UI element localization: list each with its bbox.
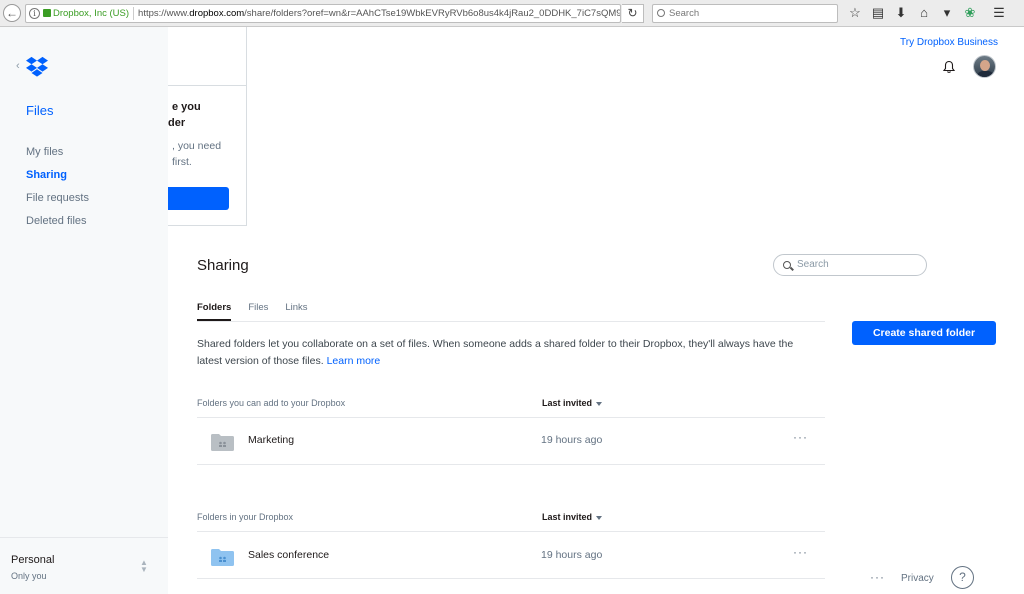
caret-down-icon [596,515,603,520]
section-header: Folders in your Dropbox Last invited [197,512,825,528]
last-invited: 19 hours ago [541,434,603,446]
footer-more-icon[interactable]: ··· [870,570,885,584]
browser-back-icon[interactable]: ← [3,4,21,22]
search-input[interactable]: Search [773,254,927,276]
shared-folder-icon [211,434,234,451]
pocket-icon[interactable]: ▾ [938,4,956,22]
sidebar: ‹ Files My files Sharing File requests D… [0,27,168,594]
help-icon[interactable]: ? [951,566,974,589]
search-icon [657,9,665,17]
try-business-link[interactable]: Try Dropbox Business [900,37,998,48]
last-invited: 19 hours ago [541,549,603,561]
site-info-icon[interactable]: i [29,7,40,19]
browser-toolbar: ← i Dropbox, Inc (US) https://www.dropbox.… [0,0,1024,27]
search-icon [783,261,791,269]
shared-folder-icon [211,549,234,566]
popover-title-line2: der [168,117,186,129]
browser-search-input[interactable]: Search [652,4,838,23]
popover-body-line1: , you need [172,140,222,152]
onboarding-popover: e you der , you need first. [168,27,247,226]
section-heading: Folders you can add to your Dropbox [197,398,346,408]
chevron-left-icon[interactable]: ‹ [16,60,20,72]
avatar[interactable] [973,55,996,78]
sort-dropdown[interactable]: Last invited [542,398,603,408]
sidebar-divider [0,537,168,538]
sidebar-section-title[interactable]: Files [26,103,53,118]
section-header: Folders you can add to your Dropbox Last… [197,398,825,414]
caret-down-icon [596,401,603,406]
more-options-icon[interactable]: ··· [793,430,808,444]
account-name[interactable]: Personal [11,554,54,566]
create-shared-folder-button[interactable]: Create shared folder [852,321,996,345]
home-icon[interactable]: ⌂ [915,4,933,22]
sidebar-item-sharing[interactable]: Sharing [26,168,89,191]
table-row[interactable]: Sales conference 19 hours ago ··· [197,535,825,579]
page-title: Sharing [197,257,249,274]
more-options-icon[interactable]: ··· [793,545,808,559]
bell-icon[interactable] [942,60,956,74]
account-switch-icon[interactable]: ▲ ▼ [140,559,148,574]
tab-files[interactable]: Files [248,302,268,321]
download-icon[interactable]: ⬇ [892,4,910,22]
dropbox-logo-icon[interactable] [26,56,48,78]
popover-button[interactable] [168,187,229,210]
reading-list-icon[interactable]: ▤ [869,4,887,22]
section-heading: Folders in your Dropbox [197,512,294,522]
sidebar-item-deleted-files[interactable]: Deleted files [26,214,89,237]
tab-links[interactable]: Links [285,302,307,321]
tab-folders[interactable]: Folders [197,302,232,321]
sidebar-nav: My files Sharing File requests Deleted f… [26,145,89,237]
browser-toolbar-icons: ☆ ▤ ⬇ ⌂ ▾ ❀ ☰ [846,4,1008,23]
menu-icon[interactable]: ☰ [990,4,1008,22]
account-subtitle: Only you [11,571,47,581]
reload-icon[interactable]: ↻ [622,4,644,23]
sidebar-item-my-files[interactable]: My files [26,145,89,168]
folder-name[interactable]: Marketing [248,434,294,446]
site-identity: Dropbox, Inc (US) [53,8,130,19]
extension-icon[interactable]: ❀ [961,4,979,22]
folder-name[interactable]: Sales conference [248,549,329,561]
privacy-link[interactable]: Privacy [901,573,934,584]
popover-body-line2: first. [172,156,192,168]
url-text: https://www.dropbox.com/share/folders?or… [138,8,621,19]
star-icon[interactable]: ☆ [846,4,864,22]
lock-icon [43,9,51,18]
sharing-tabs: Folders Files Links [197,302,308,321]
sidebar-item-file-requests[interactable]: File requests [26,191,89,214]
url-bar[interactable]: i Dropbox, Inc (US) https://www.dropbox.co… [25,4,621,23]
table-row[interactable]: Marketing 19 hours ago ··· [197,420,825,464]
sort-dropdown[interactable]: Last invited [542,512,603,522]
learn-more-link[interactable]: Learn more [327,355,381,367]
intro-text: Shared folders let you collaborate on a … [197,338,794,367]
popover-title-line1: e you [172,101,201,113]
tabs-divider [197,321,825,322]
